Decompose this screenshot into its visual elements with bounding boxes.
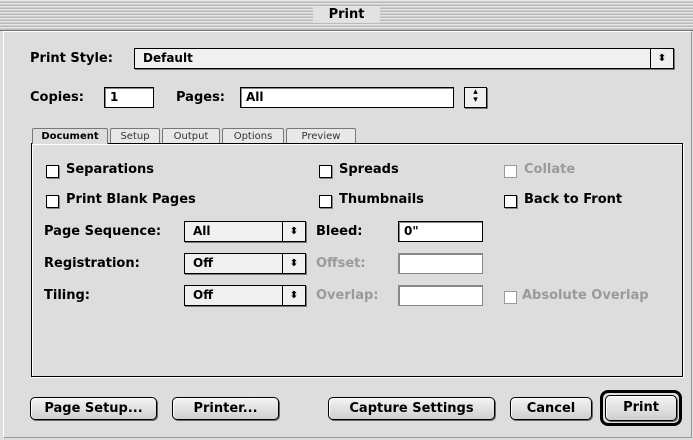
offset-field[interactable] <box>398 253 483 274</box>
print-blank-pages-checkbox[interactable] <box>46 195 59 208</box>
print-blank-pages-label: Print Blank Pages <box>66 192 196 207</box>
popup-arrows-icon: ⬍ <box>282 254 305 273</box>
page-sequence-popup[interactable]: All ⬍ <box>184 221 306 242</box>
collate-label: Collate <box>524 162 576 177</box>
print-button[interactable]: Print <box>605 395 677 421</box>
page-sequence-value: All <box>193 224 211 238</box>
pages-label: Pages: <box>176 90 226 105</box>
bleed-field[interactable]: 0" <box>398 221 483 242</box>
back-to-front-checkbox[interactable] <box>504 195 517 208</box>
thumbnails-label: Thumbnails <box>339 192 424 207</box>
spreads-checkbox[interactable] <box>319 165 332 178</box>
collate-checkbox[interactable] <box>504 165 517 178</box>
popup-arrows-icon: ⬍ <box>282 222 305 241</box>
default-button-ring: Print <box>600 390 682 426</box>
title-bar[interactable]: Print <box>0 0 693 31</box>
popup-arrows-icon: ⬍ <box>282 286 305 305</box>
pages-stepper[interactable]: ▴ ▾ <box>464 87 487 108</box>
popup-arrows-icon: ⬍ <box>650 49 673 68</box>
window-title: Print <box>312 6 381 23</box>
print-style-popup[interactable]: Default ⬍ <box>134 48 674 69</box>
page-setup-button[interactable]: Page Setup... <box>30 397 157 420</box>
capture-settings-button[interactable]: Capture Settings <box>328 397 495 420</box>
tiling-value: Off <box>193 288 213 302</box>
registration-label: Registration: <box>44 256 140 271</box>
tab-preview[interactable]: Preview <box>286 128 356 143</box>
tab-setup[interactable]: Setup <box>110 128 160 143</box>
print-style-label: Print Style: <box>30 51 113 66</box>
pages-field[interactable]: All <box>240 87 454 108</box>
bleed-label: Bleed: <box>316 224 363 239</box>
tiling-label: Tiling: <box>44 288 90 303</box>
tiling-popup[interactable]: Off ⬍ <box>184 285 306 306</box>
cancel-button[interactable]: Cancel <box>510 397 592 420</box>
overlap-label: Overlap: <box>316 288 379 303</box>
registration-value: Off <box>193 256 213 270</box>
print-style-value: Default <box>143 51 193 65</box>
absolute-overlap-label: Absolute Overlap <box>522 288 649 303</box>
back-to-front-label: Back to Front <box>524 192 623 207</box>
page-sequence-label: Page Sequence: <box>44 224 162 239</box>
offset-label: Offset: <box>316 256 366 271</box>
copies-field[interactable]: 1 <box>104 87 154 108</box>
thumbnails-checkbox[interactable] <box>319 195 332 208</box>
separations-checkbox[interactable] <box>46 165 59 178</box>
printer-button[interactable]: Printer... <box>172 397 279 420</box>
tab-options[interactable]: Options <box>222 128 284 143</box>
copies-label: Copies: <box>30 90 84 105</box>
tab-document[interactable]: Document <box>32 128 108 144</box>
spreads-label: Spreads <box>339 162 399 177</box>
registration-popup[interactable]: Off ⬍ <box>184 253 306 274</box>
tab-output[interactable]: Output <box>162 128 220 143</box>
separations-label: Separations <box>66 162 155 177</box>
absolute-overlap-checkbox[interactable] <box>504 291 517 304</box>
overlap-field[interactable] <box>398 285 483 306</box>
